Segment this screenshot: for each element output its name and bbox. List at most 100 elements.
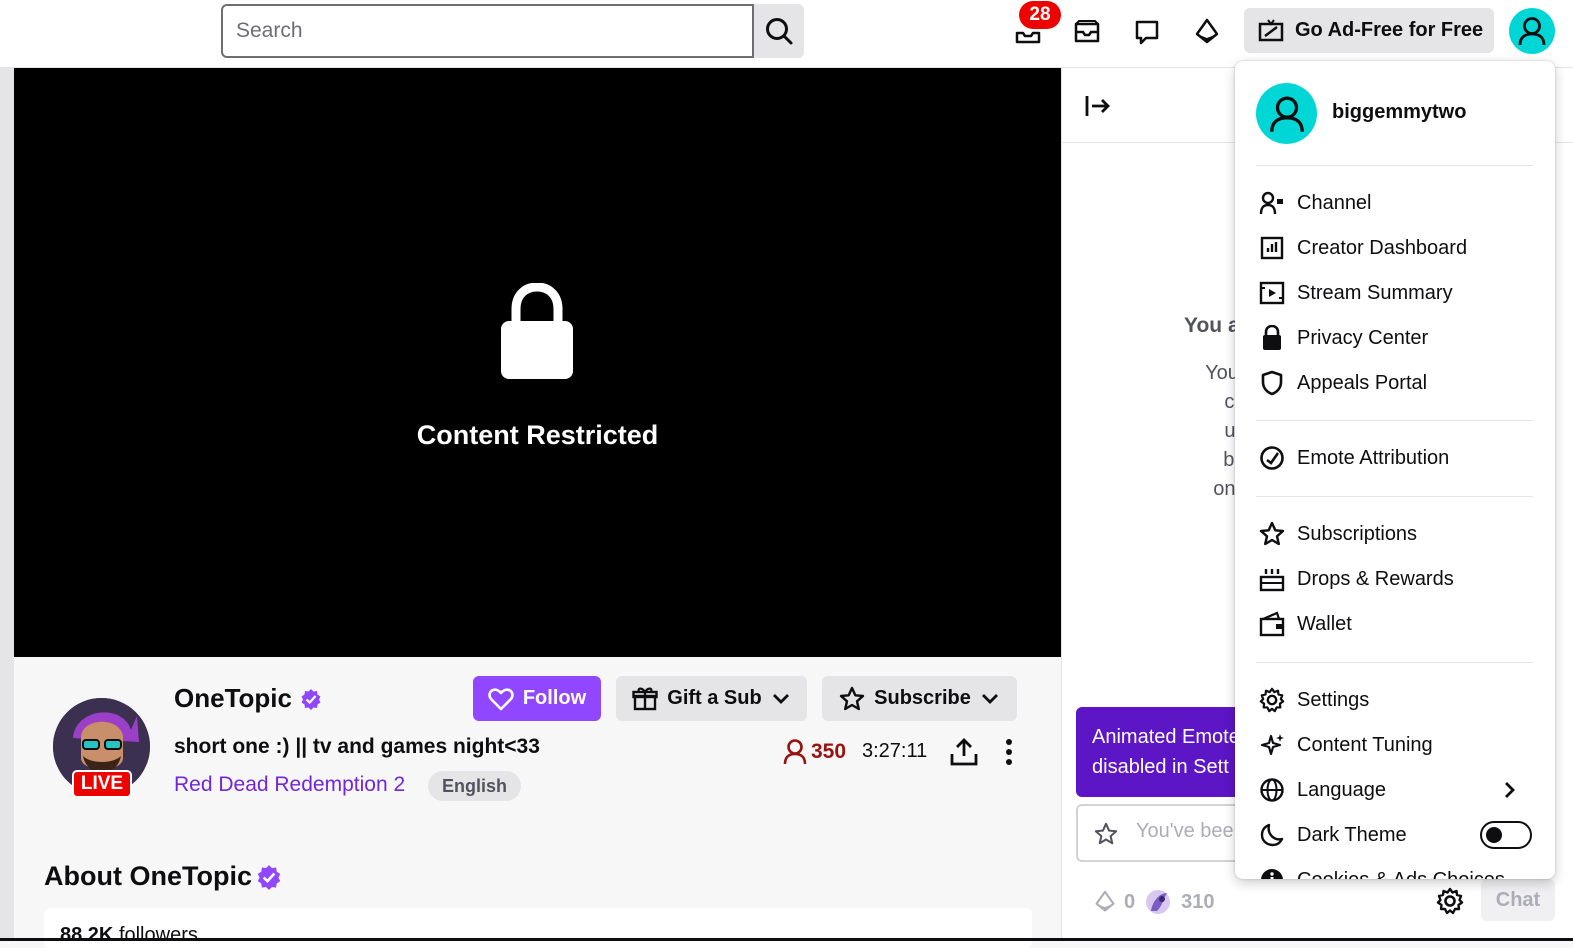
left-nav-strip <box>0 68 14 941</box>
menu-item-emote-attribution[interactable]: Emote Attribution <box>1247 438 1543 478</box>
user-dropdown-menu: biggemmytwo Channel Creator Dashboard St… <box>1235 61 1555 879</box>
bits-button[interactable] <box>1187 12 1227 52</box>
bits-icon <box>1195 18 1219 44</box>
star-icon <box>1259 521 1285 546</box>
channel-name[interactable]: OneTopic <box>174 683 292 714</box>
followers-value: 88.2K <box>60 924 114 946</box>
menu-item-label: Dark Theme <box>1297 823 1407 846</box>
user-icon <box>1518 17 1546 46</box>
menu-item-label: Channel <box>1297 191 1372 214</box>
menu-item-label: Settings <box>1297 688 1370 711</box>
channel-points-icon[interactable] <box>1143 887 1173 917</box>
more-options-icon[interactable] <box>996 737 1022 767</box>
language-tag[interactable]: English <box>428 771 522 801</box>
animated-emotes-banner[interactable]: Animated Emote disabled in Sett <box>1076 707 1246 797</box>
gift-a-sub-label: Gift a Sub <box>667 687 762 709</box>
menu-username: biggemmytwo <box>1332 101 1467 123</box>
lock-icon <box>501 283 573 379</box>
go-ad-free-button[interactable]: Go Ad-Free for Free <box>1244 8 1494 53</box>
notification-badge: 28 <box>1019 1 1061 29</box>
menu-item-label: Cookies & Ads Choices <box>1297 869 1505 880</box>
menu-item-content-tuning[interactable]: Content Tuning <box>1247 725 1543 765</box>
dark-theme-toggle[interactable] <box>1480 821 1532 849</box>
about-title: About OneTopic <box>44 861 252 891</box>
search-box <box>221 4 754 58</box>
stream-uptime: 3:27:11 <box>862 740 928 762</box>
chat-input-placeholder: You've bee <box>1136 820 1234 842</box>
menu-divider <box>1256 496 1533 497</box>
go-ad-free-label: Go Ad-Free for Free <box>1295 19 1484 41</box>
globe-icon <box>1260 778 1284 802</box>
game-category-link[interactable]: Red Dead Redemption 2 <box>174 773 405 797</box>
chevron-right-icon <box>1505 782 1515 798</box>
menu-item-label: Creator Dashboard <box>1297 236 1468 259</box>
menu-avatar <box>1256 83 1317 144</box>
ban-title: You a <box>1184 314 1240 337</box>
menu-divider <box>1256 420 1533 421</box>
menu-item-wallet[interactable]: Wallet <box>1247 604 1543 644</box>
viewer-count-value: 350 <box>811 740 847 763</box>
mail-icon <box>1074 20 1100 43</box>
whispers-button[interactable] <box>1127 12 1167 52</box>
chat-settings-gear-icon[interactable] <box>1436 887 1464 915</box>
chevron-down-icon <box>981 693 998 704</box>
share-icon[interactable] <box>949 737 979 767</box>
emote-banner-line: Animated Emote <box>1092 726 1240 748</box>
menu-item-creator-dashboard[interactable]: Creator Dashboard <box>1247 228 1543 268</box>
menu-item-label: Content Tuning <box>1297 733 1433 756</box>
viewer-count: 350 <box>783 738 846 766</box>
menu-item-label: Subscriptions <box>1297 522 1418 545</box>
menu-item-language[interactable]: Language <box>1247 770 1543 810</box>
menu-item-label: Emote Attribution <box>1297 446 1450 469</box>
wallet-icon <box>1259 611 1285 637</box>
menu-item-appeals-portal[interactable]: Appeals Portal <box>1247 363 1543 403</box>
menu-item-label: Drops & Rewards <box>1297 567 1454 590</box>
menu-item-cookies[interactable]: Cookies & Ads Choices <box>1247 860 1543 879</box>
menu-item-privacy-center[interactable]: Privacy Center <box>1247 318 1543 358</box>
menu-item-channel[interactable]: Channel <box>1247 183 1543 223</box>
emote-picker-star-icon[interactable] <box>1094 822 1118 846</box>
moon-icon <box>1260 823 1284 847</box>
subscribe-label: Subscribe <box>874 687 971 709</box>
menu-item-drops-rewards[interactable]: Drops & Rewards <box>1247 559 1543 599</box>
top-nav: 28 Go Ad-Free for Free <box>0 0 1573 68</box>
menu-item-settings[interactable]: Settings <box>1247 680 1543 720</box>
menu-divider <box>1256 662 1533 663</box>
info-icon <box>1261 869 1283 879</box>
ad-free-icon <box>1258 18 1284 41</box>
follow-button[interactable]: Follow <box>473 676 601 721</box>
collapse-chat-icon[interactable] <box>1083 92 1113 120</box>
follow-label: Follow <box>522 687 587 709</box>
live-badge: LIVE <box>72 770 132 798</box>
drops-icon <box>1259 569 1285 592</box>
menu-item-label: Language <box>1297 778 1386 801</box>
lock-icon <box>1263 325 1281 350</box>
verified-badge-icon <box>301 689 321 710</box>
user-menu-avatar[interactable] <box>1509 8 1555 54</box>
emote-banner-line: disabled in Sett <box>1092 756 1229 778</box>
content-restricted-text: Content Restricted <box>416 420 659 450</box>
search-input[interactable] <box>223 6 752 56</box>
shield-icon <box>1261 370 1283 396</box>
chat-send-button[interactable]: Chat <box>1481 879 1555 921</box>
sparkle-icon <box>1260 734 1284 756</box>
menu-divider <box>1256 165 1533 166</box>
heart-icon <box>488 687 514 710</box>
verified-badge-icon <box>257 865 281 890</box>
chevron-down-icon <box>772 693 789 704</box>
menu-item-subscriptions[interactable]: Subscriptions <box>1247 514 1543 554</box>
stream-summary-icon <box>1259 281 1285 305</box>
menu-item-stream-summary[interactable]: Stream Summary <box>1247 273 1543 313</box>
inbox-button[interactable] <box>1067 12 1107 52</box>
gift-a-sub-button[interactable]: Gift a Sub <box>616 676 807 721</box>
search-button[interactable] <box>754 4 804 58</box>
followers-count: 88.2K followers <box>60 924 198 947</box>
menu-item-label: Wallet <box>1297 612 1352 635</box>
bits-balance: 0 <box>1124 890 1136 913</box>
gear-icon <box>1259 687 1285 713</box>
bits-icon <box>1095 890 1115 912</box>
channel-icon <box>1259 191 1283 215</box>
emote-attribution-icon <box>1260 446 1284 470</box>
subscribe-button[interactable]: Subscribe <box>822 676 1017 721</box>
dashboard-icon <box>1260 236 1284 260</box>
